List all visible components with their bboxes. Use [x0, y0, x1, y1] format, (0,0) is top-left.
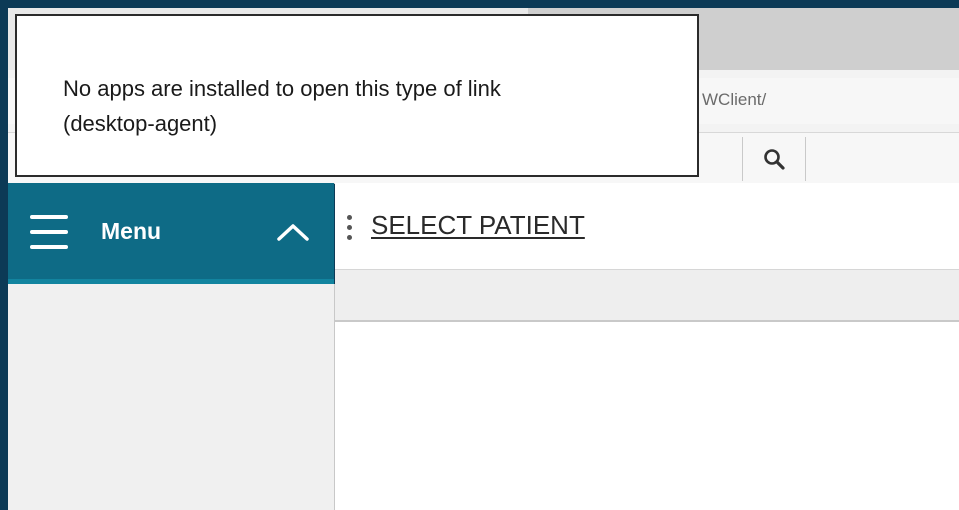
address-bar-url: WClient/ [702, 90, 767, 109]
search-icon [764, 149, 785, 170]
kebab-icon[interactable] [345, 213, 355, 243]
content-subbar [335, 270, 959, 322]
toolbar-button[interactable] [702, 137, 743, 181]
hamburger-icon[interactable] [30, 212, 68, 252]
popup-message-line1: No apps are installed to open this type … [63, 76, 501, 101]
content-body [335, 322, 959, 510]
sidebar-panel [8, 284, 335, 510]
menu-label[interactable]: Menu [101, 218, 161, 245]
select-patient-link[interactable]: SELECT PATIENT [371, 210, 585, 241]
popup-message-line2: (desktop-agent) [63, 111, 218, 136]
popup-message: No apps are installed to open this type … [63, 71, 683, 141]
search-button[interactable] [743, 137, 806, 181]
no-app-popup: No apps are installed to open this type … [15, 14, 699, 177]
chevron-up-icon[interactable] [276, 222, 310, 242]
